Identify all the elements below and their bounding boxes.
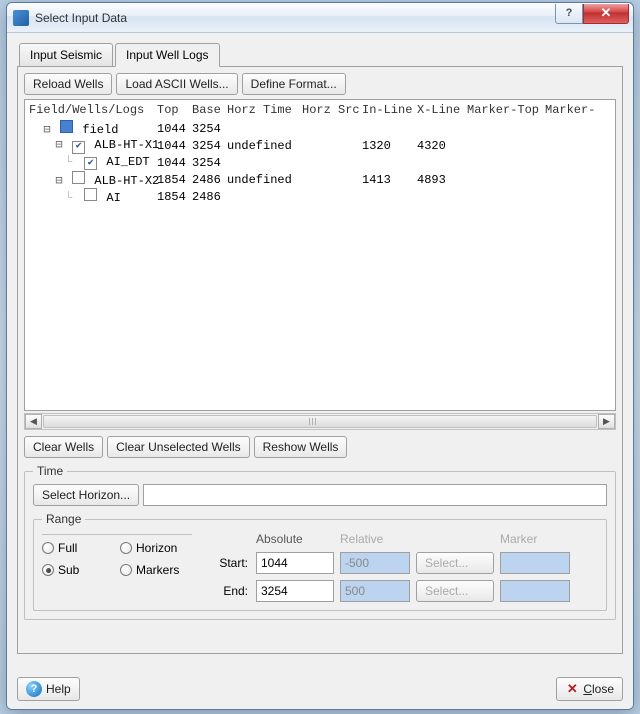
tree-row-field[interactable]: ⊟ field 1044 3254: [29, 120, 611, 137]
expander-icon[interactable]: ⊟: [41, 122, 53, 137]
dialog-window: Select Input Data ? ✕ Input Seismic Inpu…: [6, 2, 634, 710]
radio-full[interactable]: Full: [42, 541, 114, 555]
tree-body: ⊟ field 1044 3254 ⊟ ALB-HT-X1: [25, 120, 615, 205]
checkbox[interactable]: [84, 157, 97, 170]
col-marker: Marker: [500, 532, 570, 546]
titlebar-close-button[interactable]: ✕: [583, 4, 629, 24]
select-horizon-button[interactable]: Select Horizon...: [33, 484, 139, 506]
tab-input-seismic[interactable]: Input Seismic: [19, 43, 113, 67]
checkbox[interactable]: [72, 171, 85, 184]
clear-unselected-wells-button[interactable]: Clear Unselected Wells: [107, 436, 250, 458]
load-ascii-wells-button[interactable]: Load ASCII Wells...: [116, 73, 237, 95]
range-group: Range Full Horizon Sub Markers: [33, 512, 607, 611]
start-marker-value: [500, 552, 570, 574]
scroll-right-icon[interactable]: ▶: [598, 414, 615, 429]
start-marker-select-button[interactable]: Select...: [416, 552, 494, 574]
reshow-wells-button[interactable]: Reshow Wells: [254, 436, 348, 458]
expander-icon[interactable]: ⊟: [53, 137, 65, 152]
time-group: Time Select Horizon... Range Full Horizo…: [24, 464, 616, 620]
reload-wells-button[interactable]: Reload Wells: [24, 73, 112, 95]
define-format-button[interactable]: Define Format...: [242, 73, 346, 95]
radio-horizon[interactable]: Horizon: [120, 541, 192, 555]
window-title: Select Input Data: [35, 11, 555, 25]
clear-wells-button[interactable]: Clear Wells: [24, 436, 103, 458]
tree-header: Field/Wells/Logs Top Base Horz Time Horz…: [25, 100, 615, 120]
wells-tree[interactable]: Field/Wells/Logs Top Base Horz Time Horz…: [24, 99, 616, 411]
horizon-input[interactable]: [143, 484, 607, 506]
tab-panel: Reload Wells Load ASCII Wells... Define …: [17, 66, 623, 654]
help-button[interactable]: ? Help: [17, 677, 80, 701]
tree-row-log[interactable]: └ AI_EDT 1044 3254: [29, 154, 611, 171]
checkbox[interactable]: [72, 141, 85, 154]
checkbox[interactable]: [60, 120, 73, 133]
checkbox[interactable]: [84, 188, 97, 201]
start-absolute-input[interactable]: [256, 552, 334, 574]
close-icon: ✕: [565, 682, 579, 696]
range-legend: Range: [42, 512, 85, 526]
col-absolute: Absolute: [256, 532, 334, 546]
tree-row-well[interactable]: ⊟ ALB-HT-X2 1854 2486 undefined 1413 489…: [29, 171, 611, 188]
end-marker-select-button[interactable]: Select...: [416, 580, 494, 602]
end-marker-value: [500, 580, 570, 602]
radio-markers[interactable]: Markers: [120, 563, 192, 577]
tab-strip: Input Seismic Input Well Logs: [19, 43, 623, 67]
titlebar-help-button[interactable]: ?: [555, 4, 583, 24]
app-icon: [13, 10, 29, 26]
radio-sub[interactable]: Sub: [42, 563, 114, 577]
tree-row-log[interactable]: └ AI 1854 2486: [29, 188, 611, 205]
tab-input-well-logs[interactable]: Input Well Logs: [115, 43, 220, 67]
scroll-thumb[interactable]: [43, 415, 597, 428]
end-absolute-input[interactable]: [256, 580, 334, 602]
horizontal-scrollbar[interactable]: ◀ ▶: [24, 413, 616, 430]
help-icon: ?: [26, 681, 42, 697]
col-relative: Relative: [340, 532, 410, 546]
time-legend: Time: [33, 464, 67, 478]
end-label: End:: [202, 584, 250, 598]
end-relative-input: [340, 580, 410, 602]
titlebar[interactable]: Select Input Data ? ✕: [7, 3, 633, 33]
close-button[interactable]: ✕ Close: [556, 677, 623, 701]
tree-row-well[interactable]: ⊟ ALB-HT-X1 1044 3254 undefined 1320 432…: [29, 137, 611, 154]
client-area: Input Seismic Input Well Logs Reload Wel…: [7, 33, 633, 709]
start-label: Start:: [202, 556, 250, 570]
scroll-left-icon[interactable]: ◀: [25, 414, 42, 429]
start-relative-input: [340, 552, 410, 574]
expander-icon[interactable]: ⊟: [53, 173, 65, 188]
